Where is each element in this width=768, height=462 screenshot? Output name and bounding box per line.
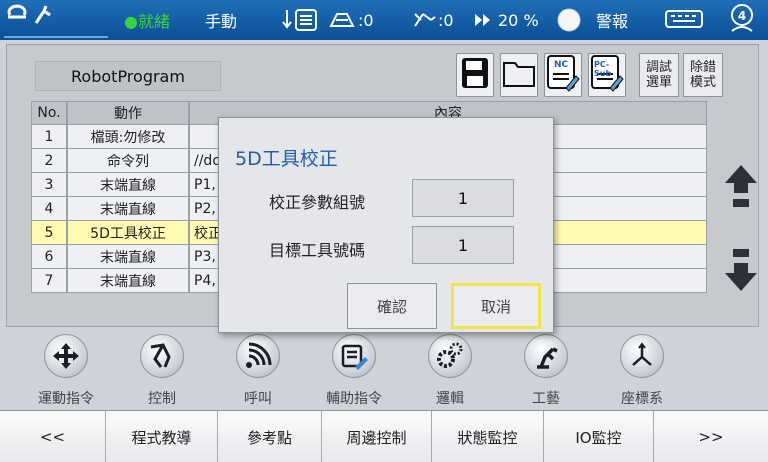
list-icon[interactable]: [282, 8, 322, 32]
axes-icon: [620, 334, 664, 378]
param-label: 校正參數組號: [269, 193, 366, 212]
bottom-nav: << 程式教導 參考點 周邊控制 狀態監控 IO監控 >>: [0, 410, 768, 462]
save-icon: [460, 56, 490, 94]
gears-icon: [428, 334, 472, 378]
category-call[interactable]: 呼叫: [212, 330, 302, 408]
box-count: :0: [358, 10, 374, 30]
nav-program-teach[interactable]: 程式教導: [106, 411, 218, 462]
row-no: 5: [31, 221, 67, 245]
tool-label: 目標工具號碼: [269, 241, 366, 260]
debug-menu-button[interactable]: 調試 選單: [639, 53, 679, 97]
tool-icon: [412, 10, 438, 30]
nav-reference-point[interactable]: 參考點: [218, 411, 322, 462]
move-arrows-icon: [44, 334, 88, 378]
nav-prev-button[interactable]: <<: [0, 411, 106, 462]
category-label: 控制: [148, 391, 176, 407]
row-no: 6: [31, 245, 67, 269]
logo-underline: [4, 36, 108, 38]
nc-label: NC: [554, 60, 569, 70]
confirm-button[interactable]: 確認: [347, 283, 437, 329]
fast-forward-icon: [474, 13, 492, 27]
row-no: 7: [31, 269, 67, 293]
scroll-up-button[interactable]: [721, 163, 761, 219]
user-badge: 4: [737, 9, 747, 23]
cancel-button[interactable]: 取消: [451, 283, 541, 329]
tool-counter[interactable]: :0: [412, 8, 454, 32]
row-no: 4: [31, 197, 67, 221]
row-no: 1: [31, 125, 67, 149]
category-label: 座標系: [621, 391, 663, 407]
category-bar: 運動指令 控制 呼叫 輔助指令 邏輯 工藝 座標系: [0, 330, 768, 408]
signal-icon: [236, 334, 280, 378]
pc-sub-file-button[interactable]: PC-Sub: [588, 53, 626, 97]
row-action: 末端直線: [67, 269, 189, 293]
row-no: 2: [31, 149, 67, 173]
open-folder-button[interactable]: [500, 53, 538, 97]
category-process[interactable]: 工藝: [500, 330, 590, 408]
row-no: 3: [31, 173, 67, 197]
row-action: 末端直線: [67, 245, 189, 269]
category-coordinates[interactable]: 座標系: [596, 330, 686, 408]
category-logic[interactable]: 邏輯: [404, 330, 494, 408]
arrow-down-icon: [723, 247, 759, 303]
tool-count: :0: [438, 10, 454, 30]
folder-icon: [502, 58, 536, 92]
status-bar: ●就緒 手動 :0 :0 20 % 警報 4: [0, 0, 768, 40]
scroll-down-button[interactable]: [721, 247, 761, 303]
robot-arm-icon: [140, 334, 184, 378]
category-control[interactable]: 控制: [116, 330, 206, 408]
person-icon[interactable]: 4: [728, 4, 756, 32]
header-action: 動作: [67, 101, 189, 125]
program-name: RobotProgram: [35, 61, 221, 91]
pc-sub-label: PC-Sub: [594, 60, 612, 78]
row-action: 5D工具校正: [67, 221, 189, 245]
arrow-up-icon: [723, 163, 759, 219]
welding-arm-icon: [524, 334, 568, 378]
category-label: 呼叫: [244, 391, 272, 407]
power-icon[interactable]: [556, 8, 582, 32]
row-action: 末端直線: [67, 197, 189, 221]
row-action: 命令列: [67, 149, 189, 173]
alarm-label[interactable]: 警報: [596, 8, 628, 32]
param-number-field[interactable]: 1: [412, 179, 514, 217]
status-ready: ●就緒: [124, 12, 170, 31]
category-auxiliary[interactable]: 輔助指令: [308, 330, 398, 408]
keyboard-icon[interactable]: [664, 8, 704, 32]
category-label: 工藝: [532, 391, 560, 407]
category-label: 輔助指令: [326, 391, 382, 407]
save-button[interactable]: [456, 53, 494, 97]
nav-status-monitor[interactable]: 狀態監控: [432, 411, 544, 462]
mode-label[interactable]: 手動: [205, 8, 237, 32]
tool-calibration-dialog: 5D工具校正 校正參數組號 1 目標工具號碼 1 確認 取消: [218, 117, 554, 333]
category-label: 運動指令: [38, 391, 94, 407]
nav-peripheral-control[interactable]: 周邊控制: [322, 411, 432, 462]
category-motion[interactable]: 運動指令: [20, 330, 110, 408]
nav-next-button[interactable]: >>: [654, 411, 768, 462]
remove-mode-button[interactable]: 除錯 模式: [683, 53, 723, 97]
row-action: 末端直線: [67, 173, 189, 197]
nav-io-monitor[interactable]: IO監控: [544, 411, 654, 462]
edit-note-icon: [332, 334, 376, 378]
speed-indicator[interactable]: 20 %: [474, 8, 539, 32]
speed-value: 20 %: [498, 10, 539, 30]
nc-file-button[interactable]: NC: [544, 53, 582, 97]
tool-number-field[interactable]: 1: [412, 226, 514, 264]
dialog-title: 5D工具校正: [235, 148, 338, 170]
category-label: 邏輯: [436, 391, 464, 407]
box-counter[interactable]: :0: [328, 8, 374, 32]
row-action: 檔頭:勿修改: [67, 125, 189, 149]
box-icon: [328, 10, 358, 30]
robot-logo-icon[interactable]: [6, 4, 56, 28]
header-no: No.: [31, 101, 67, 125]
